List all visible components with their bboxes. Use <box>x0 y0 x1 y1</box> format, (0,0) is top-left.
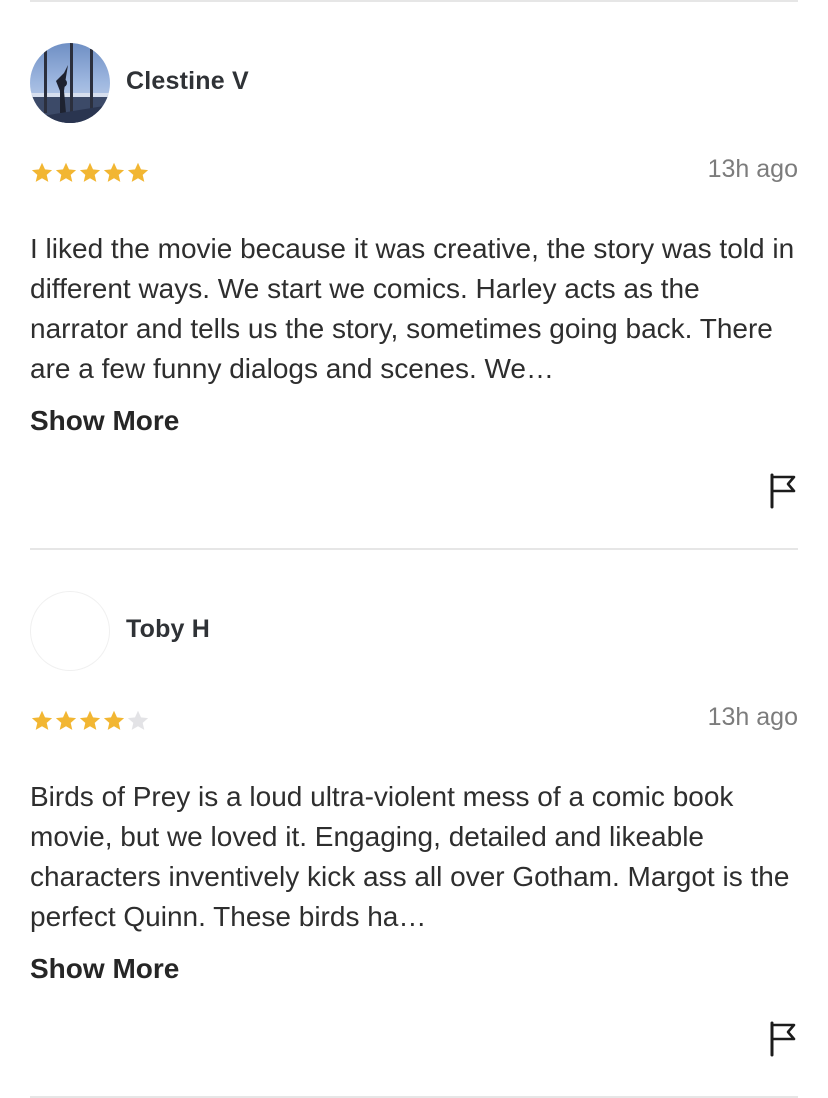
star-filled-icon <box>55 162 77 182</box>
reviewer-name[interactable]: Toby H <box>126 615 210 644</box>
star-filled-icon <box>31 710 53 730</box>
top-divider <box>30 0 798 2</box>
user-photo <box>30 43 110 123</box>
review-timestamp: 13h ago <box>707 703 798 731</box>
star-filled-icon <box>103 162 125 182</box>
star-filled-icon <box>127 162 149 182</box>
review-timestamp: 13h ago <box>707 155 798 183</box>
review-card: Toby H 13h ago Birds of Prey is a loud u… <box>30 591 798 1061</box>
review-text: I liked the movie because it was creativ… <box>30 233 795 384</box>
review-divider <box>30 548 798 550</box>
star-filled-icon <box>103 710 125 730</box>
star-rating <box>30 709 150 733</box>
show-more-button[interactable]: Show More <box>30 953 179 985</box>
flag-icon[interactable] <box>768 473 798 509</box>
star-filled-icon <box>31 162 53 182</box>
avatar[interactable] <box>30 43 110 123</box>
reviewer-name[interactable]: Clestine V <box>126 67 249 96</box>
star-filled-icon <box>79 710 101 730</box>
avatar[interactable] <box>30 591 110 671</box>
review-card: Clestine V 13h ago I liked the movie bec… <box>30 43 798 513</box>
star-empty-icon <box>127 710 149 730</box>
star-rating <box>30 161 150 185</box>
star-filled-icon <box>55 710 77 730</box>
review-text: Birds of Prey is a loud ultra-violent me… <box>30 781 790 932</box>
flag-icon[interactable] <box>768 1021 798 1057</box>
show-more-button[interactable]: Show More <box>30 405 179 437</box>
star-filled-icon <box>79 162 101 182</box>
